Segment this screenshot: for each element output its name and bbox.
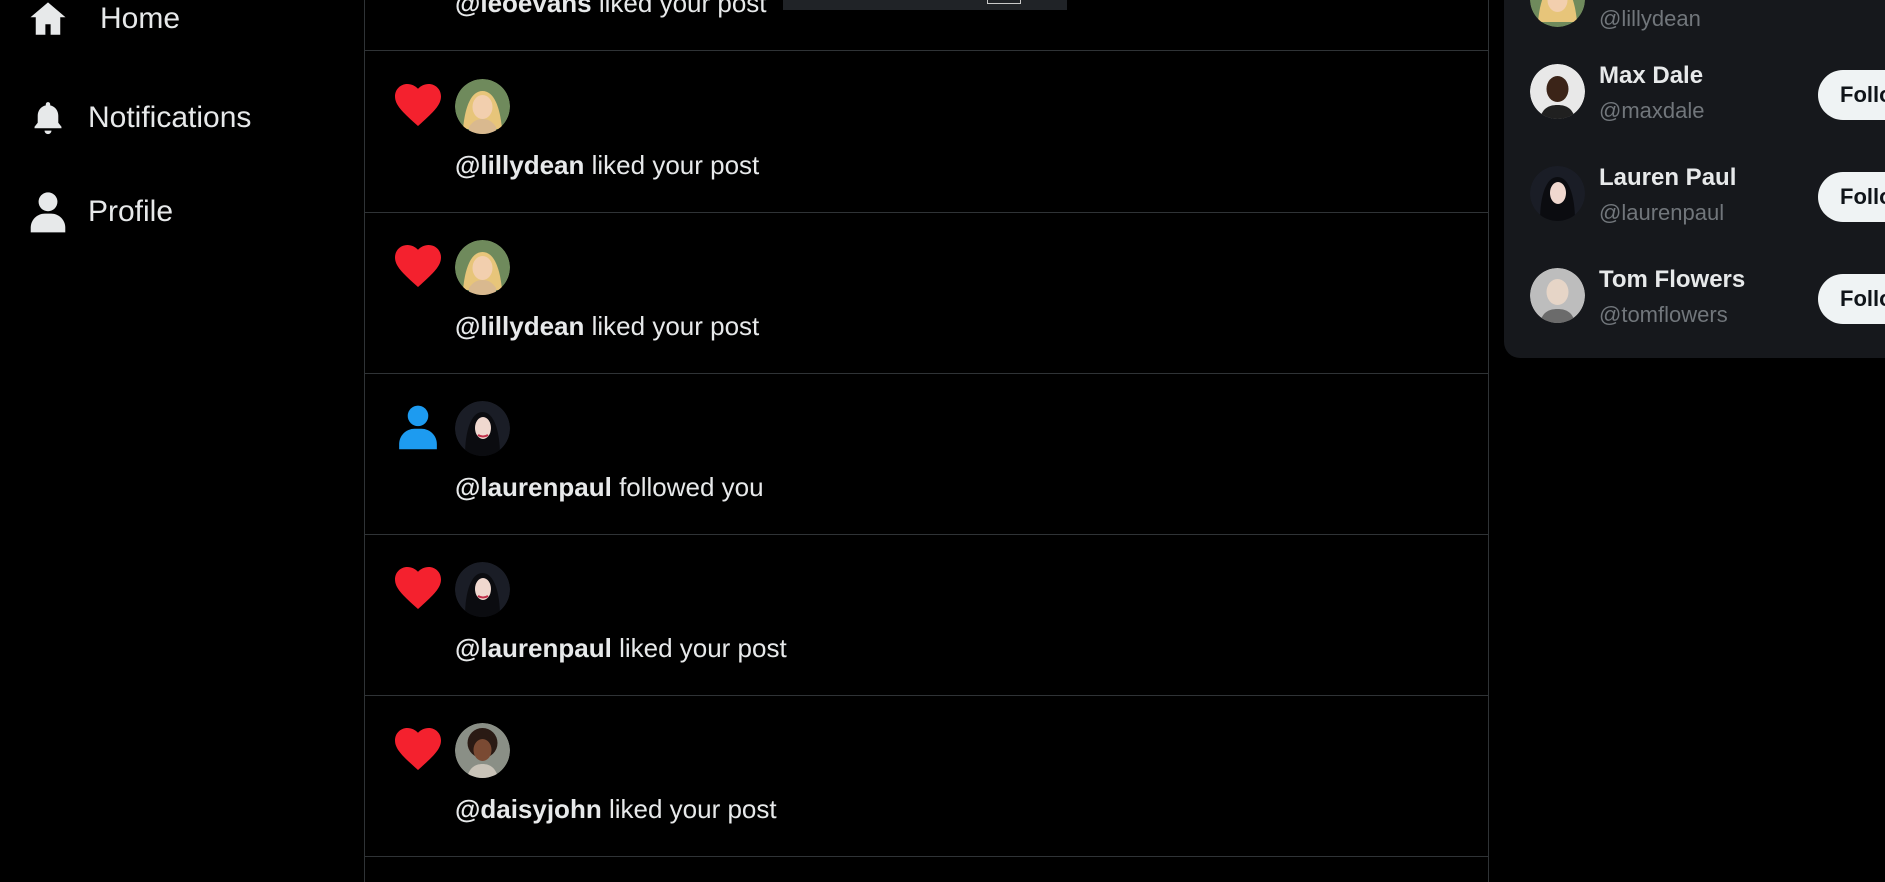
follow-suggestion[interactable]: Lauren Paul @laurenpaul Follow: [1504, 152, 1885, 242]
who-to-follow-panel: @lillydean Max Dale @maxdale Follow Laur…: [1504, 0, 1885, 358]
follow-suggestion[interactable]: Tom Flowers @tomflowers Follow: [1504, 254, 1885, 344]
user-icon: [26, 190, 70, 234]
heart-icon: [393, 726, 443, 772]
follow-name: Max Dale: [1599, 62, 1704, 89]
notification-handle[interactable]: @laurenpaul: [455, 472, 612, 502]
notification-action: liked your post: [608, 794, 777, 824]
heart-icon: [393, 82, 443, 128]
nav-item-profile[interactable]: Profile: [26, 190, 173, 234]
scroll-overlay-bar: [783, 0, 1067, 10]
notification-row[interactable]: @lillydean liked your post: [365, 213, 1489, 374]
notification-action: liked your post: [598, 0, 767, 18]
avatar[interactable]: [455, 79, 510, 134]
heart-icon: [393, 243, 443, 289]
heart-icon: [393, 565, 443, 611]
nav-label-notifications: Notifications: [88, 101, 252, 134]
follow-handle: @lillydean: [1599, 6, 1701, 31]
follow-suggestion[interactable]: @lillydean: [1504, 0, 1885, 48]
nav-label-profile: Profile: [88, 195, 174, 228]
notification-action: liked your post: [619, 633, 787, 663]
notification-row[interactable]: @lillydean liked your post: [365, 52, 1489, 213]
notification-row[interactable]: @laurenpaul followed you: [365, 374, 1489, 535]
avatar[interactable]: [1530, 166, 1585, 221]
notification-action: followed you: [619, 472, 764, 502]
follow-button[interactable]: Follow: [1818, 274, 1885, 324]
scroll-overlay-marker: [987, 0, 1021, 4]
sidebar: Home Notifications Profile: [0, 0, 364, 882]
home-icon: [26, 0, 70, 41]
notification-text: @laurenpaul followed you: [455, 472, 764, 503]
notification-action: liked your post: [591, 150, 760, 180]
user-icon: [393, 404, 443, 450]
notification-text: @leoevans liked your post: [455, 0, 767, 19]
follow-handle: @tomflowers: [1599, 302, 1728, 327]
avatar[interactable]: [455, 723, 510, 778]
avatar[interactable]: [455, 240, 510, 295]
avatar[interactable]: [455, 562, 510, 617]
notification-handle[interactable]: @laurenpaul: [455, 633, 612, 663]
notification-text: @lillydean liked your post: [455, 311, 759, 342]
notification-text: @lillydean liked your post: [455, 150, 759, 181]
follow-name: Tom Flowers: [1599, 266, 1746, 293]
avatar[interactable]: [1530, 64, 1585, 119]
follow-suggestion[interactable]: Max Dale @maxdale Follow: [1504, 50, 1885, 140]
notifications-feed: @leoevans liked your post @lillydean lik…: [364, 0, 1489, 882]
notification-handle[interactable]: @lillydean: [455, 311, 584, 341]
follow-button[interactable]: Follow: [1818, 70, 1885, 120]
notification-text: @daisyjohn liked your post: [455, 794, 777, 825]
notification-text: @laurenpaul liked your post: [455, 633, 787, 664]
avatar[interactable]: [1530, 0, 1585, 27]
follow-handle: @maxdale: [1599, 98, 1705, 123]
notification-handle[interactable]: @leoevans: [455, 0, 592, 18]
nav-item-home[interactable]: Home: [26, 0, 180, 41]
follow-name: Lauren Paul: [1599, 164, 1737, 191]
notification-handle[interactable]: @daisyjohn: [455, 794, 602, 824]
avatar[interactable]: [1530, 268, 1585, 323]
bell-icon: [26, 96, 70, 140]
notification-row[interactable]: @daisyjohn liked your post: [365, 696, 1489, 857]
notification-action: liked your post: [591, 311, 760, 341]
nav-item-notifications[interactable]: Notifications: [26, 96, 251, 140]
notification-handle[interactable]: @lillydean: [455, 150, 584, 180]
follow-handle: @laurenpaul: [1599, 200, 1725, 225]
avatar[interactable]: [455, 401, 510, 456]
notification-row[interactable]: @laurenpaul liked your post: [365, 535, 1489, 696]
follow-button[interactable]: Follow: [1818, 172, 1885, 222]
nav-label-home: Home: [100, 2, 181, 35]
